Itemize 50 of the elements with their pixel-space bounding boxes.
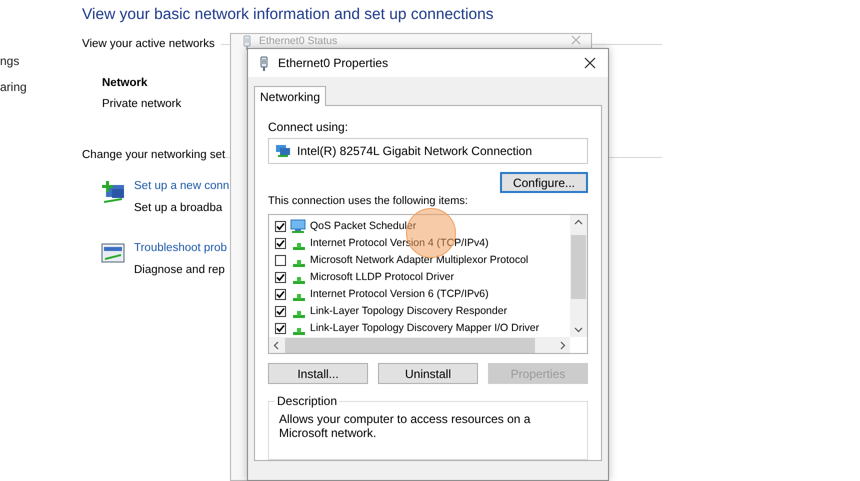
task-link[interactable]: Troubleshoot prob <box>134 240 227 257</box>
protocol-icon <box>293 242 305 250</box>
close-icon <box>584 57 596 69</box>
monitor-icon <box>100 240 126 264</box>
sidebar-item[interactable]: aring <box>0 78 27 96</box>
task-link[interactable]: Set up a new conn <box>134 178 230 196</box>
protocol-icon <box>293 328 305 335</box>
description-text: Allows your computer to access resources on a Microsoft network. <box>279 412 532 440</box>
protocol-icon <box>293 294 305 301</box>
list-item[interactable]: Link-Layer Topology Discovery Responder <box>310 305 508 318</box>
section-heading: Change your networking set <box>82 148 226 163</box>
group-label: Description <box>275 394 340 408</box>
checkbox[interactable] <box>275 221 286 232</box>
dialog-button[interactable]: Uninstall <box>378 363 478 384</box>
list-item[interactable]: Microsoft Network Adapter Multiplexor Protocol <box>310 254 528 268</box>
add-network-icon <box>100 179 126 203</box>
checkbox[interactable] <box>275 272 286 284</box>
list-item[interactable]: Microsoft LLDP Protocol Driver <box>310 271 454 284</box>
close-button[interactable] <box>582 55 598 71</box>
horizontal-scrollbar[interactable] <box>269 337 570 354</box>
checkbox[interactable] <box>275 306 286 318</box>
adapter-name: Intel(R) 82574L Gigabit Network Connection <box>297 143 532 160</box>
plug-icon <box>258 56 270 70</box>
dialog-button[interactable]: Install... <box>268 363 368 384</box>
network-type: Private network <box>102 96 182 112</box>
window-title: Ethernet0 Properties <box>278 55 388 72</box>
monitor-icon <box>290 219 306 234</box>
tab[interactable]: Networking <box>254 86 326 106</box>
window-title: Ethernet0 Status <box>259 35 338 47</box>
protocol-icon <box>293 310 305 318</box>
task-description: Set up a broadba <box>134 201 224 216</box>
page-title: View your basic network information and set up connections <box>82 5 495 25</box>
field-label: Connect using: <box>268 120 350 134</box>
plug-icon <box>241 35 253 50</box>
protocol-icon <box>293 276 305 284</box>
checkbox[interactable] <box>275 238 286 250</box>
checkbox[interactable] <box>275 323 286 334</box>
sidebar-item[interactable]: ngs <box>0 52 27 70</box>
configure-button[interactable]: Configure... <box>500 172 588 194</box>
vertical-scrollbar[interactable] <box>570 215 587 338</box>
section-heading: View your active networks <box>82 37 215 52</box>
checkbox[interactable] <box>275 289 286 300</box>
checkbox[interactable] <box>275 255 286 266</box>
list-label: This connection uses the following items: <box>268 195 469 208</box>
protocol-icon <box>293 260 305 267</box>
network-adapter-icon <box>275 144 291 158</box>
network-name: Network <box>102 76 148 92</box>
list-item[interactable]: Internet Protocol Version 6 (TCP/IPv6) <box>310 288 489 302</box>
task-description: Diagnose and rep <box>134 262 226 278</box>
list-item[interactable]: Link-Layer Topology Discovery Mapper I/O Driver <box>310 322 540 336</box>
